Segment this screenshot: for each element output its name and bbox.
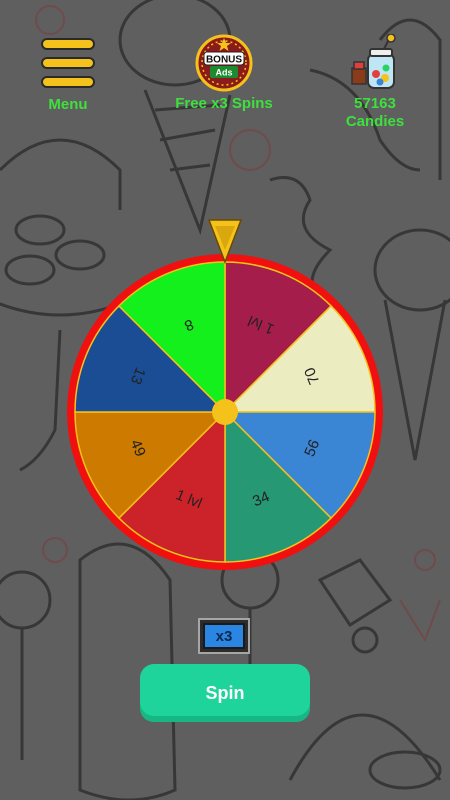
menu-button[interactable]: Menu xyxy=(28,34,108,114)
bonus-ads-badge-icon: BONUS Ads xyxy=(195,34,253,92)
svg-text:BONUS: BONUS xyxy=(206,55,242,66)
svg-text:Ads: Ads xyxy=(215,68,232,78)
candies-counter: 57163 Candies xyxy=(330,33,420,131)
hamburger-icon xyxy=(41,38,95,88)
wheel-hub xyxy=(212,399,238,425)
menu-label: Menu xyxy=(48,96,88,113)
candies-count: 57163 xyxy=(354,95,396,112)
spin-button[interactable]: Spin xyxy=(140,664,310,722)
multiplier-label: x3 xyxy=(203,623,245,649)
spin-multiplier-badge[interactable]: x3 xyxy=(198,618,250,654)
free-spins-button[interactable]: BONUS Ads Free x3 Spins xyxy=(168,34,280,113)
candy-jar-icon xyxy=(346,33,404,92)
candies-label: Candies xyxy=(345,113,405,130)
free-spins-label: Free x3 Spins xyxy=(175,95,273,112)
prize-wheel[interactable]: 1 lvl7056341 lvl49138 xyxy=(65,218,385,578)
